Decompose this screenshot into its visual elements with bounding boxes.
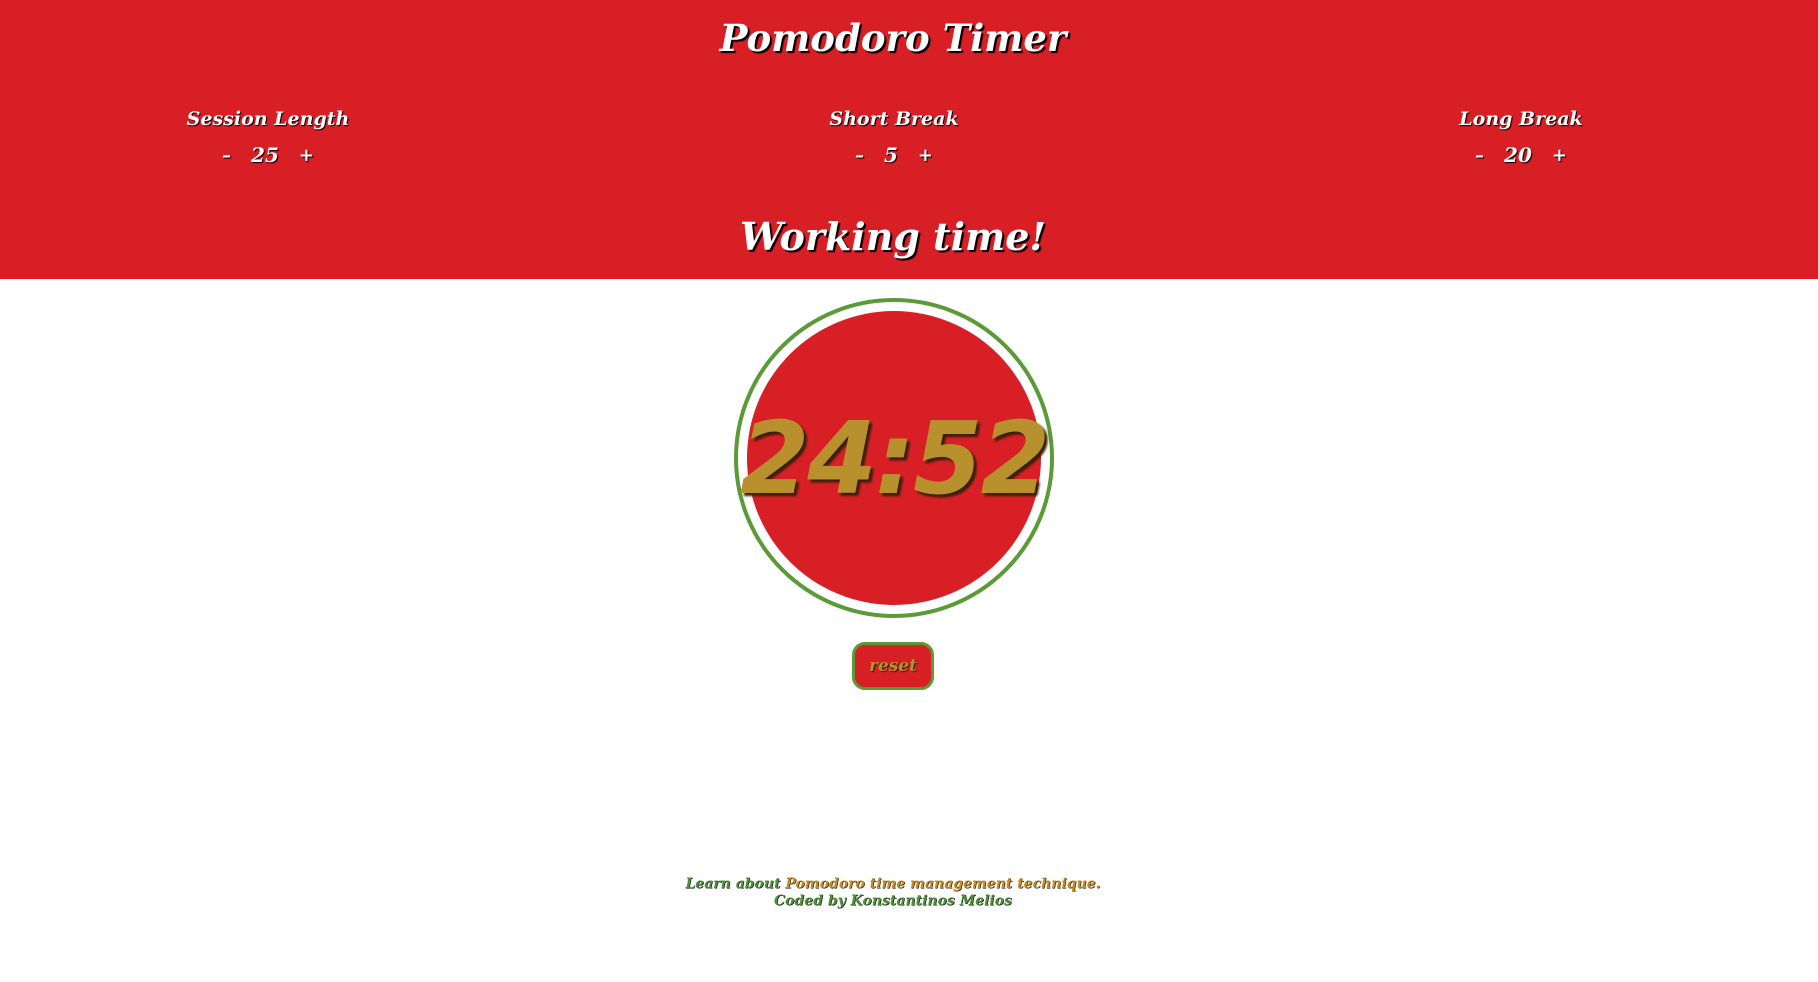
- session-length-setting: Session Length – 25 +: [138, 108, 398, 167]
- session-length-controls: – 25 +: [138, 143, 398, 167]
- session-length-value: 25: [251, 143, 279, 167]
- timer-time: 24:52: [739, 399, 1050, 517]
- short-break-controls: – 5 +: [764, 143, 1024, 167]
- footer-learn-line: Learn about Pomodoro time management tec…: [0, 876, 1786, 893]
- short-break-increment-button[interactable]: +: [912, 145, 939, 166]
- reset-button[interactable]: reset: [852, 642, 934, 690]
- long-break-setting: Long Break – 20 +: [1391, 108, 1651, 167]
- status-message: Working time!: [739, 214, 1047, 259]
- session-decrement-button[interactable]: –: [216, 145, 237, 166]
- header-bar: Pomodoro Timer Session Length – 25 + Sho…: [0, 0, 1818, 279]
- long-break-value: 20: [1504, 143, 1532, 167]
- long-break-increment-button[interactable]: +: [1546, 145, 1573, 166]
- long-break-decrement-button[interactable]: –: [1469, 145, 1490, 166]
- pomodoro-technique-link[interactable]: Pomodoro time management technique.: [785, 876, 1100, 892]
- short-break-setting: Short Break – 5 +: [764, 108, 1024, 167]
- page-title: Pomodoro Timer: [719, 16, 1067, 60]
- short-break-decrement-button[interactable]: –: [849, 145, 870, 166]
- timer-display[interactable]: 24:52: [740, 311, 1050, 605]
- short-break-value: 5: [883, 143, 898, 167]
- long-break-label: Long Break: [1459, 108, 1583, 130]
- short-break-label: Short Break: [829, 108, 959, 130]
- timer-ring: 24:52: [734, 298, 1054, 618]
- session-increment-button[interactable]: +: [293, 145, 320, 166]
- session-length-label: Session Length: [186, 108, 350, 130]
- long-break-controls: – 20 +: [1391, 143, 1651, 167]
- footer-credit: Coded by Konstantinos Melios: [774, 893, 1012, 909]
- footer: Learn about Pomodoro time management tec…: [0, 876, 1786, 910]
- footer-learn-prefix: Learn about: [685, 876, 786, 892]
